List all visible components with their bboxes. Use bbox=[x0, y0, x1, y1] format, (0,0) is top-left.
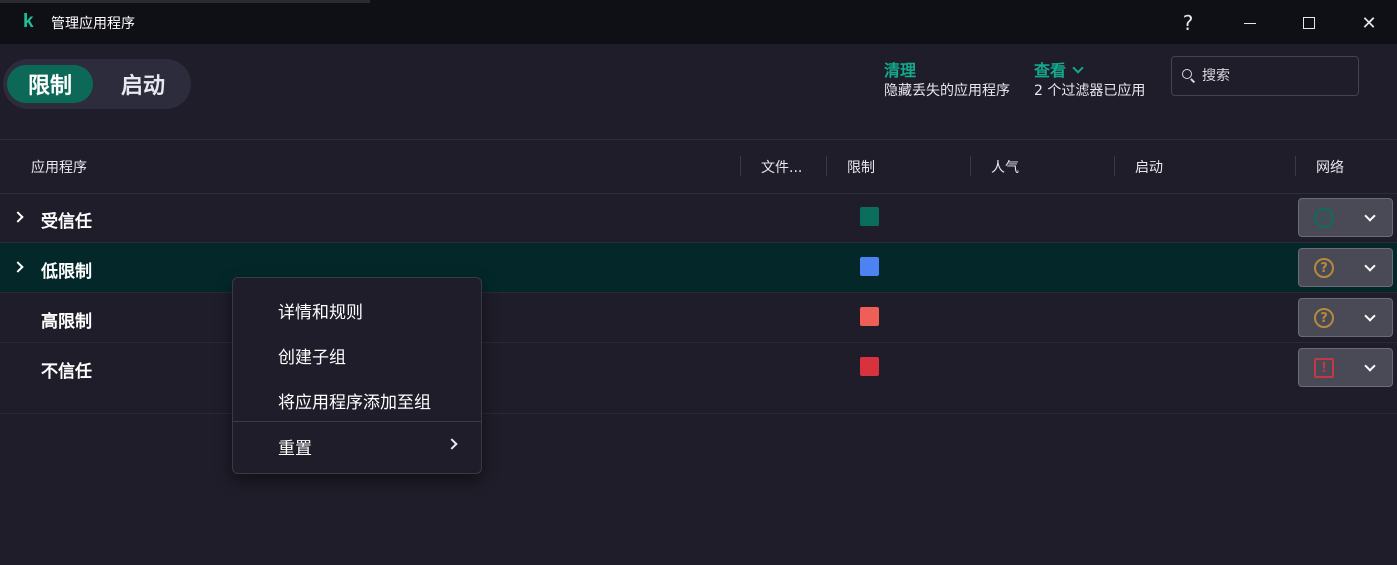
group-name: 不信任 bbox=[41, 362, 92, 382]
menu-item-details-rules[interactable]: 详情和规则 bbox=[278, 298, 363, 323]
chevron-down-icon bbox=[1364, 310, 1376, 322]
chevron-down-icon bbox=[1364, 260, 1376, 272]
context-menu: 详情和规则 创建子组 将应用程序添加至组 重置 bbox=[232, 277, 482, 474]
menu-item-create-subgroup[interactable]: 创建子组 bbox=[278, 343, 346, 368]
group-name: 低限制 bbox=[41, 262, 92, 282]
close-button[interactable]: ✕ bbox=[1347, 6, 1391, 40]
tab-startup[interactable]: 启动 bbox=[99, 65, 187, 103]
column-separator[interactable] bbox=[826, 156, 827, 176]
chevron-down-icon bbox=[1364, 210, 1376, 222]
network-access-dropdown[interactable]: ? bbox=[1298, 298, 1393, 337]
filter-status: 2 个过滤器已应用 bbox=[1034, 83, 1146, 99]
column-header-app[interactable]: 应用程序 bbox=[31, 157, 87, 177]
close-icon: ✕ bbox=[1361, 12, 1377, 34]
column-header-network[interactable]: 网络 bbox=[1316, 157, 1344, 177]
clean-description: 隐藏丢失的应用程序 bbox=[884, 83, 1010, 99]
mode-toggle: 限制 启动 bbox=[3, 59, 191, 109]
warning-square-icon: ! bbox=[1314, 358, 1334, 378]
network-access-dropdown[interactable]: ✓ bbox=[1298, 198, 1393, 237]
chevron-right-icon[interactable] bbox=[12, 261, 24, 273]
clean-link[interactable]: 清理 bbox=[884, 57, 916, 81]
column-separator[interactable] bbox=[1114, 156, 1115, 176]
title-bar: k 管理应用程序 ? ✕ bbox=[0, 0, 1397, 44]
question-circle-icon: ? bbox=[1314, 258, 1334, 278]
network-access-dropdown[interactable]: ? bbox=[1298, 248, 1393, 287]
menu-item-add-app-to-group[interactable]: 将应用程序添加至组 bbox=[278, 388, 431, 413]
window-title: 管理应用程序 bbox=[51, 16, 135, 32]
tab-restrict[interactable]: 限制 bbox=[7, 65, 93, 103]
app-logo: k bbox=[23, 11, 34, 32]
view-dropdown[interactable]: 查看 bbox=[1034, 57, 1084, 81]
restriction-color-swatch bbox=[860, 207, 879, 226]
search-box[interactable] bbox=[1171, 56, 1359, 96]
restriction-color-swatch bbox=[860, 257, 879, 276]
search-input[interactable] bbox=[1202, 68, 1352, 84]
column-header-restrict[interactable]: 限制 bbox=[847, 157, 875, 177]
column-header-file[interactable]: 文件... bbox=[761, 157, 802, 177]
column-header-popularity[interactable]: 人气 bbox=[991, 157, 1019, 177]
help-button[interactable]: ? bbox=[1166, 6, 1210, 40]
search-icon bbox=[1182, 69, 1196, 83]
check-circle-icon: ✓ bbox=[1314, 208, 1334, 228]
chevron-down-icon bbox=[1072, 62, 1084, 74]
column-separator[interactable] bbox=[970, 156, 971, 176]
menu-item-reset[interactable]: 重置 bbox=[278, 434, 312, 459]
column-separator[interactable] bbox=[1295, 156, 1296, 176]
group-name: 受信任 bbox=[41, 212, 92, 232]
table-bottom-divider bbox=[0, 413, 1397, 414]
column-header-startup[interactable]: 启动 bbox=[1135, 157, 1163, 177]
column-separator[interactable] bbox=[740, 156, 741, 176]
top-strip bbox=[0, 0, 370, 3]
group-name: 高限制 bbox=[41, 312, 92, 332]
maximize-button[interactable] bbox=[1287, 6, 1331, 40]
minimize-button[interactable] bbox=[1228, 6, 1272, 40]
minimize-icon bbox=[1244, 22, 1256, 24]
restriction-color-swatch bbox=[860, 307, 879, 326]
question-mark-icon: ? bbox=[1182, 11, 1194, 35]
chevron-down-icon bbox=[1364, 360, 1376, 372]
table-row[interactable]: 不信任 ! bbox=[0, 343, 1397, 393]
table-row[interactable]: 高限制 ? bbox=[0, 293, 1397, 343]
table-row[interactable]: 受信任 ✓ bbox=[0, 193, 1397, 243]
table-row[interactable]: 低限制 ? bbox=[0, 243, 1397, 293]
restriction-color-swatch bbox=[860, 357, 879, 376]
network-access-dropdown[interactable]: ! bbox=[1298, 348, 1393, 387]
divider bbox=[0, 139, 1397, 140]
menu-divider bbox=[233, 421, 481, 422]
question-circle-icon: ? bbox=[1314, 308, 1334, 328]
view-label: 查看 bbox=[1034, 61, 1067, 80]
chevron-right-icon bbox=[446, 438, 458, 450]
maximize-icon bbox=[1303, 17, 1315, 29]
chevron-right-icon[interactable] bbox=[12, 211, 24, 223]
